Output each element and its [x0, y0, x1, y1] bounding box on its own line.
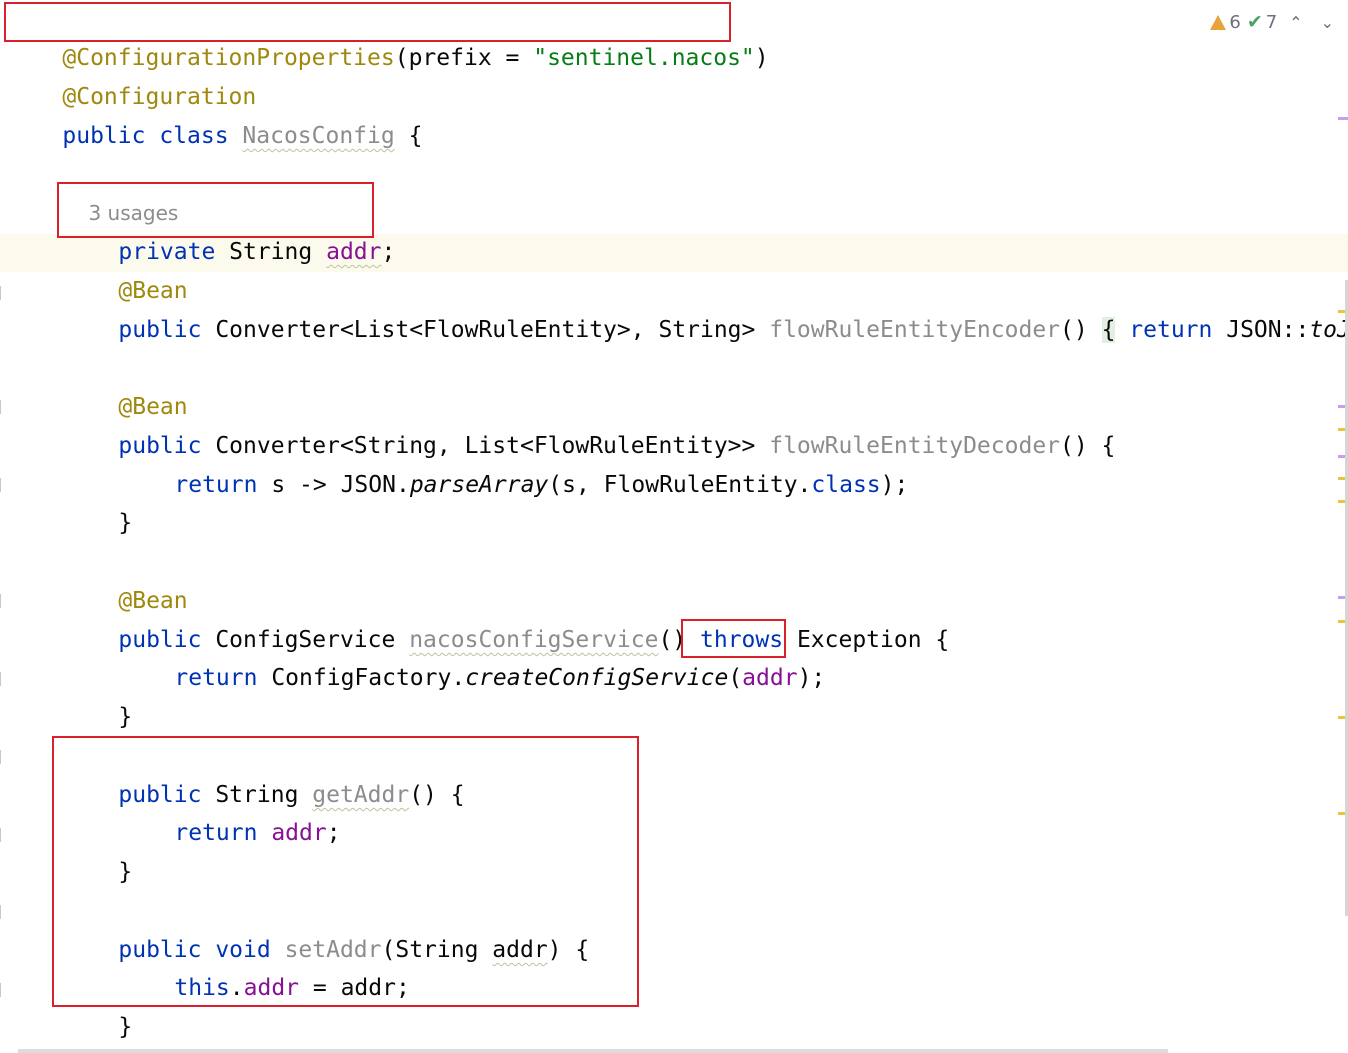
warnings-count: 6	[1229, 11, 1241, 33]
method-flow-rule-entity-encoder: flowRuleEntityEncoder	[769, 317, 1061, 343]
fold-marker[interactable]	[0, 594, 5, 608]
code-line-close-class[interactable]: }	[7, 1009, 76, 1047]
double-check-icon: ✔	[1246, 11, 1263, 33]
fold-marker[interactable]	[0, 478, 5, 492]
class-name: NacosConfig	[242, 123, 395, 149]
warnings-indicator[interactable]: 6	[1210, 11, 1241, 33]
fold-marker[interactable]	[0, 828, 5, 842]
fold-marker[interactable]	[0, 983, 5, 997]
code-line-bean-1[interactable]: @Bean	[63, 234, 187, 304]
fold-marker[interactable]	[0, 750, 5, 764]
horizontal-scrollbar[interactable]	[18, 1049, 1168, 1053]
fold-marker[interactable]	[0, 400, 5, 414]
code-line-close-config-service[interactable]: }	[63, 660, 132, 730]
code-line-bean-3[interactable]: @Bean	[63, 544, 187, 614]
code-line-decoder-return[interactable]: return s -> JSON.parseArray(s, FlowRuleE…	[119, 428, 908, 498]
warning-icon	[1210, 14, 1227, 30]
code-line-bean-2[interactable]: @Bean	[63, 350, 187, 420]
code-line-1[interactable]: @ConfigurationProperties(prefix = "senti…	[7, 1, 768, 71]
code-line-close-setter[interactable]: }	[63, 970, 132, 1040]
weak-warnings-indicator[interactable]: ✔ 7	[1247, 11, 1277, 33]
field-addr-reference: addr	[742, 665, 798, 691]
code-line-config-service-return[interactable]: return ConfigFactory.createConfigService…	[119, 621, 825, 691]
code-line-close-getter[interactable]: }	[63, 815, 132, 885]
fold-marker[interactable]	[0, 286, 5, 300]
code-line-encoder[interactable]: public Converter<List<FlowRuleEntity>, S…	[63, 273, 1348, 343]
next-highlight-icon[interactable]: ⌄	[1315, 13, 1340, 32]
code-line-close-decoder[interactable]: }	[63, 466, 132, 536]
fold-marker[interactable]	[0, 672, 5, 686]
code-line-setter[interactable]: public void setAddr(String addr) {	[63, 893, 589, 963]
code-line-3[interactable]: public class NacosConfig {	[7, 79, 422, 149]
error-stripe-mark[interactable]	[1338, 117, 1348, 120]
code-line-config-service[interactable]: public ConfigService nacosConfigService(…	[63, 583, 949, 653]
folded-brace[interactable]: {	[1101, 317, 1116, 343]
prefix-string: "sentinel.nacos"	[533, 45, 755, 71]
inspection-widget[interactable]: 6 ✔ 7 ⌃ ⌄	[1210, 6, 1340, 38]
fold-marker[interactable]	[0, 905, 5, 919]
code-line-2[interactable]: @Configuration	[7, 40, 256, 110]
weak-warnings-count: 7	[1265, 11, 1278, 33]
usages-inlay-hint[interactable]: 3 usages	[63, 156, 178, 225]
code-line-decoder[interactable]: public Converter<String, List<FlowRuleEn…	[63, 389, 1115, 459]
code-line-getter-return[interactable]: return addr;	[119, 776, 340, 846]
param-addr: addr	[492, 937, 548, 963]
code-line-setter-assign[interactable]: this.addr = addr;	[119, 931, 409, 1001]
previous-highlight-icon[interactable]: ⌃	[1283, 13, 1308, 32]
code-line-getter[interactable]: public String getAddr() {	[63, 738, 464, 808]
field-addr: addr	[326, 239, 382, 265]
code-line-field-addr[interactable]: private String addr;	[63, 195, 395, 265]
code-editor[interactable]: 6 ✔ 7 ⌃ ⌄ @ConfigurationProperties(prefi…	[0, 0, 1348, 1053]
